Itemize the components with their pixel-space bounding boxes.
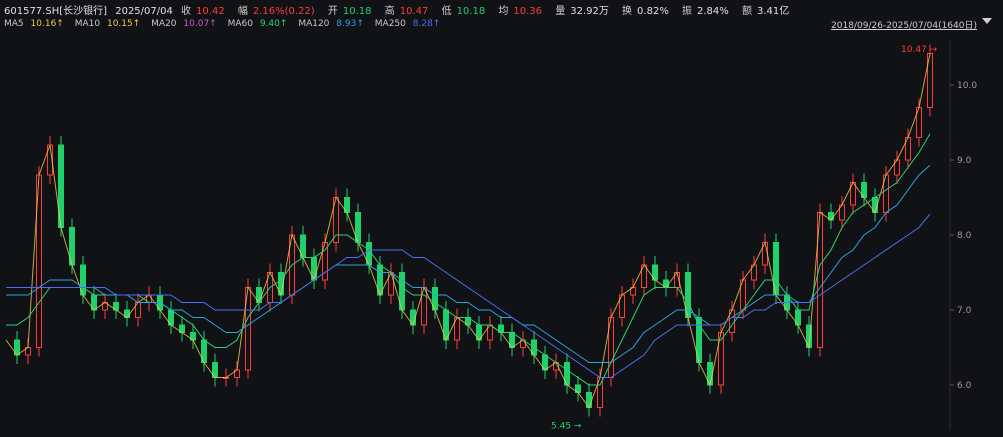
y-tick-label: 8.0 — [957, 231, 972, 241]
close-price-line — [5, 53, 931, 409]
y-tick-label: 6.0 — [957, 381, 972, 391]
y-tick-label: 7.0 — [957, 306, 972, 316]
ma60-line — [6, 133, 931, 386]
high-price-label: 10.47 → — [901, 45, 938, 55]
low-price-label: 5.45 → — [551, 421, 582, 431]
y-tick-label: 9.0 — [957, 156, 972, 166]
kline-chart[interactable]: 6.0 7.0 8.0 9.0 10.0 10.47 → 5.45 → — [0, 0, 1003, 437]
ma250-line — [6, 213, 931, 378]
y-tick-label: 10.0 — [957, 81, 977, 91]
